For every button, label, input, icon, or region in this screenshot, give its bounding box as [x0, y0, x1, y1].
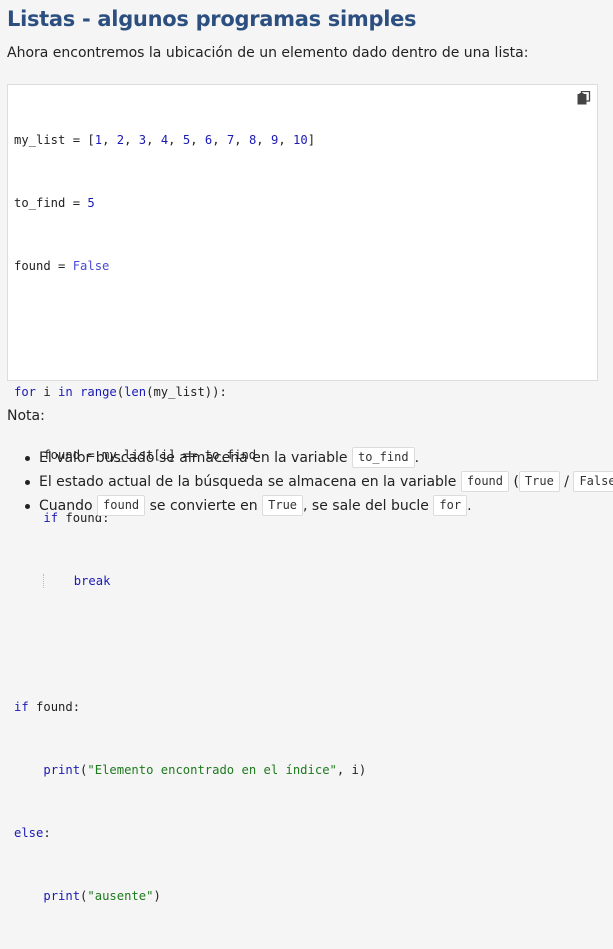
- inline-code: True: [518, 470, 560, 492]
- inline-code: True: [262, 494, 304, 516]
- note-text: El estado actual de la búsqueda se almac…: [39, 474, 461, 490]
- code-line: my_list = [1, 2, 3, 4, 5, 6, 7, 8, 9, 10…: [14, 133, 316, 147]
- code-line: to_find = 5: [14, 196, 95, 210]
- list-item: El valor buscado se almacena en la varia…: [20, 446, 613, 470]
- note-text: /: [559, 474, 574, 490]
- note-text: se convierte en: [145, 498, 263, 514]
- code-line: for i in range(len(my_list)):: [14, 385, 227, 399]
- inline-code: for: [433, 494, 468, 516]
- inline-code: found: [97, 494, 146, 516]
- code-listing: my_list = [1, 2, 3, 4, 5, 6, 7, 8, 9, 10…: [14, 88, 366, 949]
- code-line: break: [14, 571, 366, 592]
- note-text: Cuando: [39, 498, 98, 514]
- list-item: Cuando found se convierte en True, se sa…: [20, 494, 613, 518]
- code-block: my_list = [1, 2, 3, 4, 5, 6, 7, 8, 9, 10…: [7, 84, 598, 903]
- inline-code: to_find: [351, 446, 415, 468]
- list-item: El estado actual de la búsqueda se almac…: [20, 470, 613, 494]
- inline-code: False: [573, 470, 613, 492]
- page-title: Listas - algunos programas simples: [7, 7, 417, 31]
- code-line: print("ausente"): [43, 889, 161, 903]
- copy-icon[interactable]: [577, 90, 591, 105]
- inline-code: found: [460, 470, 509, 492]
- note-text: El valor buscado se almacena en la varia…: [39, 450, 352, 466]
- code-line: else:: [14, 826, 51, 840]
- note-label: Nota:: [7, 408, 45, 424]
- note-text: (: [509, 474, 519, 490]
- code-line: print("Elemento encontrado en el índice"…: [43, 763, 367, 777]
- note-text: .: [414, 450, 420, 466]
- intro-text: Ahora encontremos la ubicación de un ele…: [7, 45, 529, 61]
- note-text: .: [467, 498, 472, 514]
- notes-list: El valor buscado se almacena en la varia…: [20, 446, 613, 518]
- code-line: found = False: [14, 259, 110, 273]
- code-line: if found:: [14, 700, 81, 714]
- note-text: , se sale del bucle: [303, 498, 434, 514]
